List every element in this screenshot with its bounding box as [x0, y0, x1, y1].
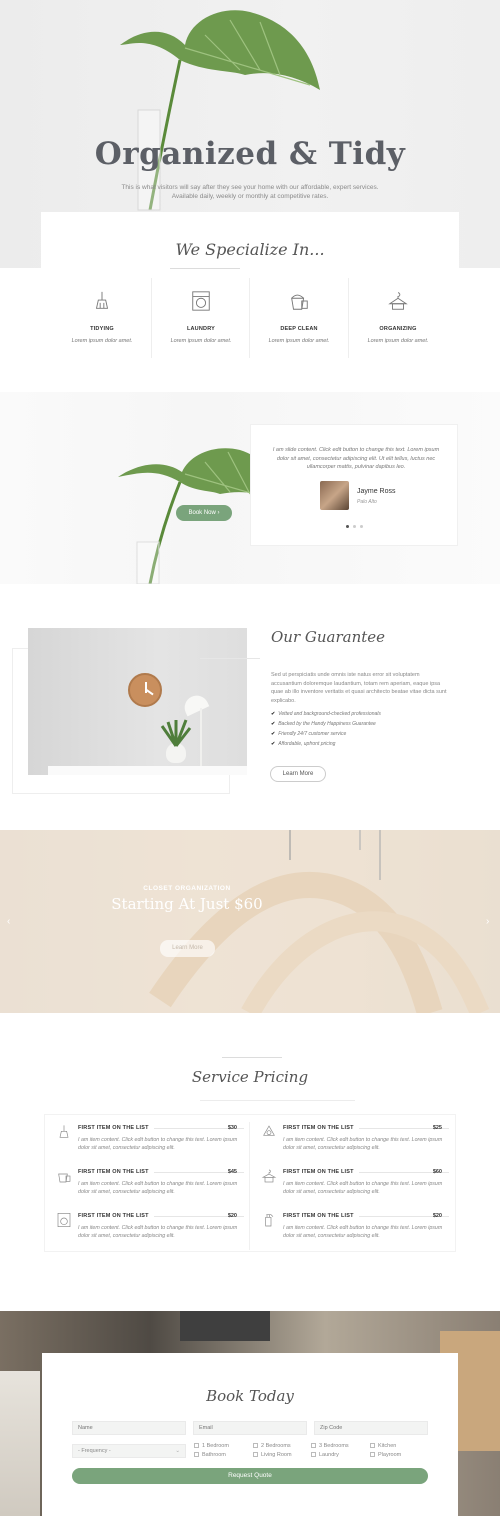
check-icon: ✔: [271, 731, 276, 737]
checkbox-1-bedroom[interactable]: 1 Bedroom: [194, 1443, 229, 1449]
title-underline: [200, 1100, 355, 1101]
service-laundry: LAUNDRY Lorem ipsum dolor amet.: [152, 278, 250, 358]
pricing-item: FIRST ITEM ON THE LIST $25 I am item con…: [283, 1125, 463, 1153]
service-deep-clean: DEEP CLEAN Lorem ipsum dolor amet.: [250, 278, 348, 358]
title-divider: [170, 268, 240, 269]
checkbox-playroom[interactable]: Playroom: [370, 1452, 401, 1458]
pricing-item: FIRST ITEM ON THE LIST $20 I am item con…: [283, 1213, 463, 1241]
spray-bottle-icon: [261, 1212, 277, 1228]
learn-more-button[interactable]: Learn More: [270, 766, 326, 782]
promo-eyebrow: CLOSET ORGANIZATION: [143, 885, 231, 892]
broom-icon: [95, 291, 109, 309]
lamp-icon: [180, 691, 210, 717]
name-field[interactable]: [72, 1421, 186, 1435]
booking-title: Book Today: [206, 1387, 294, 1405]
pricing-item: FIRST ITEM ON THE LIST $20 I am item con…: [78, 1213, 258, 1241]
hanger-icon: [388, 292, 408, 310]
service-desc: Lorem ipsum dolor amet.: [367, 338, 429, 344]
pricing-item-desc: I am item content. Click edit button to …: [283, 1181, 443, 1196]
guarantee-body: Sed ut perspiciatis unde omnis iste natu…: [271, 672, 447, 704]
pricing-item-price: $45: [227, 1169, 237, 1175]
service-desc: Lorem ipsum dolor amet.: [71, 338, 133, 344]
service-name: DEEP CLEAN: [280, 326, 318, 332]
book-now-button[interactable]: Book Now ›: [176, 505, 232, 521]
slider-dot[interactable]: [353, 525, 356, 528]
arrow-right-icon[interactable]: ›: [486, 916, 489, 927]
clock-icon: [128, 673, 162, 707]
bucket-icon: [291, 294, 308, 310]
check-icon: ✔: [271, 741, 276, 747]
title-divider: [222, 1057, 282, 1058]
check-list-item: ✔ Vetted and background-checked professio…: [271, 711, 381, 717]
check-list-item: ✔ Affordable, upfront pricing: [271, 741, 336, 747]
checkbox-bathroom[interactable]: Bathroom: [194, 1452, 226, 1458]
frequency-value: - Frequency -: [78, 1448, 111, 1454]
broom-icon: [56, 1124, 72, 1140]
pricing-item-price: $20: [432, 1213, 442, 1219]
specialize-title: We Specialize In...: [175, 240, 325, 259]
check-list-item: ✔ Friendly 24/7 customer service: [271, 731, 347, 737]
frequency-select[interactable]: - Frequency - ⌄: [72, 1444, 186, 1458]
hero-title: Organized & Tidy: [94, 136, 406, 172]
service-desc: Lorem ipsum dolor amet.: [268, 338, 330, 344]
request-quote-button[interactable]: Request Quote: [72, 1468, 428, 1484]
testimonial-author: Jayme Ross: [357, 488, 396, 495]
chevron-down-icon: ⌄: [175, 1448, 180, 1454]
guarantee-title: Our Guarantee: [271, 628, 386, 646]
pricing-item-price: $25: [432, 1125, 442, 1131]
promo-learn-more-button[interactable]: Learn More: [160, 940, 215, 957]
pricing-item-price: $60: [432, 1169, 442, 1175]
pricing-item-desc: I am item content. Click edit button to …: [283, 1225, 443, 1240]
arrow-left-icon[interactable]: ‹: [7, 916, 10, 927]
washing-machine-icon: [56, 1212, 72, 1228]
service-name: TIDYING: [90, 326, 114, 332]
pricing-item-price: $30: [227, 1125, 237, 1131]
promo-title: Starting At Just $60: [111, 895, 263, 913]
hero-subtitle: This is what visitors will say after the…: [121, 184, 379, 191]
service-tidying: TIDYING Lorem ipsum dolor amet.: [53, 278, 151, 358]
zip-code-field[interactable]: [314, 1421, 428, 1435]
plant-leaf-image: [120, 10, 320, 211]
pricing-item-desc: I am item content. Click edit button to …: [283, 1137, 443, 1152]
book-now-label: Book Now: [188, 510, 216, 516]
check-icon: ✔: [271, 711, 276, 717]
pricing-item-desc: I am item content. Click edit button to …: [78, 1181, 238, 1196]
arrow-right-icon: ›: [217, 510, 220, 516]
service-name: LAUNDRY: [186, 326, 216, 332]
shirt-hanger-icon: [261, 1168, 277, 1184]
checkbox-3-bedrooms[interactable]: 3 Bedrooms: [311, 1443, 349, 1449]
testimonial-location: Palo Alto: [357, 499, 377, 505]
check-list-item: ✔ Backed by the Handy Happiness Guarantee: [271, 721, 376, 727]
email-field[interactable]: [193, 1421, 307, 1435]
service-name: ORGANIZING: [379, 326, 417, 332]
slider-dot-active[interactable]: [346, 525, 349, 528]
title-divider: [200, 658, 260, 659]
table-surface: [48, 766, 247, 775]
check-icon: ✔: [271, 721, 276, 727]
pricing-title: Service Pricing: [191, 1068, 309, 1086]
pricing-item-desc: I am item content. Click edit button to …: [78, 1225, 238, 1240]
service-organizing: ORGANIZING Lorem ipsum dolor amet.: [349, 278, 447, 358]
testimonial-text: I am slide content. Click edit button to…: [272, 447, 440, 471]
plant-icon: [160, 719, 192, 747]
washing-machine-icon: [192, 291, 210, 311]
checkbox-laundry[interactable]: Laundry: [311, 1452, 339, 1458]
pricing-item: FIRST ITEM ON THE LIST $45 I am item con…: [78, 1169, 258, 1197]
slider-dot[interactable]: [360, 525, 363, 528]
checkbox-kitchen[interactable]: Kitchen: [370, 1443, 396, 1449]
pricing-item: FIRST ITEM ON THE LIST $60 I am item con…: [283, 1169, 463, 1197]
service-desc: Lorem ipsum dolor amet.: [170, 338, 232, 344]
recycle-icon: [261, 1124, 277, 1140]
hero-subtitle-line2: Available daily, weekly or monthly at co…: [171, 193, 329, 200]
promo-banner: [0, 830, 500, 1013]
pricing-item-desc: I am item content. Click edit button to …: [78, 1137, 238, 1152]
avatar: [320, 481, 349, 510]
checkbox-living-room[interactable]: Living Room: [253, 1452, 292, 1458]
checkbox-2-bedrooms[interactable]: 2 Bedrooms: [253, 1443, 291, 1449]
pricing-item: FIRST ITEM ON THE LIST $30 I am item con…: [78, 1125, 258, 1153]
bucket-icon: [56, 1168, 72, 1184]
pricing-item-price: $20: [227, 1213, 237, 1219]
guarantee-image: [28, 628, 247, 775]
